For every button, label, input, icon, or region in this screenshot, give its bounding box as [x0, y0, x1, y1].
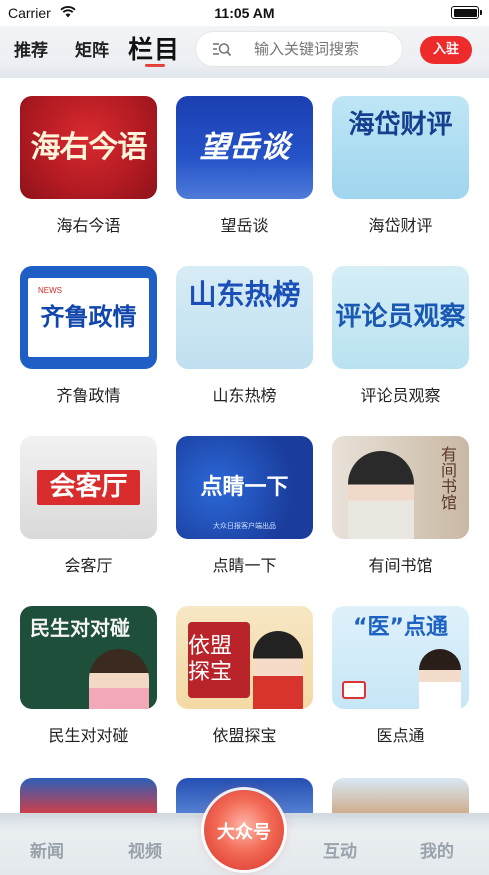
column-label: 齐鲁政情	[56, 386, 121, 405]
clock: 11:05 AM	[214, 5, 275, 21]
top-header: 推荐 矩阵 栏目 入驻	[0, 26, 489, 78]
search-icon	[213, 43, 232, 57]
column-label: 会客厅	[64, 556, 113, 575]
nav-news[interactable]: 新闻	[30, 837, 64, 862]
nav-mine[interactable]: 我的	[420, 837, 454, 862]
host-portrait	[348, 451, 414, 539]
column-label: 海岱财评	[368, 216, 433, 235]
column-label: 民生对对碰	[48, 726, 129, 745]
column-thumbnail[interactable]: 有间书馆	[332, 436, 469, 539]
column-thumbnail[interactable]: 海右今语	[20, 96, 157, 199]
thumbnail-title-wrap: 会客厅	[20, 436, 157, 539]
battery-icon	[451, 6, 482, 19]
column-thumbnail[interactable]: 山东热榜	[176, 266, 313, 369]
column-card[interactable]: 有间书馆 有间书馆	[332, 418, 472, 575]
column-thumbnail[interactable]: 点睛一下 大众日报客户端出品	[176, 436, 313, 539]
column-thumbnail[interactable]: 海岱财评	[332, 96, 469, 199]
tab-matrix[interactable]: 矩阵	[75, 36, 109, 61]
thumbnail-title: 有间书馆	[438, 446, 457, 510]
column-card[interactable]: 山东热榜 山东热榜	[176, 248, 316, 405]
column-label: 海右今语	[56, 216, 121, 235]
column-thumbnail[interactable]: “医”点通	[332, 606, 469, 709]
thumbnail-title: 依盟探宝	[188, 622, 250, 698]
column-thumbnail[interactable]: 评论员观察	[332, 266, 469, 369]
status-bar: Carrier 11:05 AM	[0, 0, 489, 26]
column-card[interactable]: 会客厅 会客厅	[20, 418, 160, 575]
column-label: 评论员观察	[360, 386, 441, 405]
tab-columns[interactable]: 栏目	[128, 30, 180, 66]
thumbnail-title: 山东热榜	[188, 278, 301, 311]
column-card[interactable]: 望岳谈 望岳谈	[176, 78, 316, 235]
search-input[interactable]	[254, 32, 394, 66]
column-thumbnail[interactable]: 会客厅	[20, 436, 157, 539]
column-label: 依盟探宝	[212, 726, 277, 745]
column-thumbnail[interactable]: 民生对对碰	[20, 606, 157, 709]
column-label: 点睛一下	[212, 556, 277, 575]
column-thumbnail-partial[interactable]	[20, 778, 157, 818]
column-card[interactable]: “医”点通 医点通	[332, 588, 472, 745]
column-card[interactable]: 依盟探宝 依盟探宝	[176, 588, 316, 745]
thumbnail-title: 海岱财评	[348, 110, 453, 140]
nav-dazhonghao-button[interactable]: 大众号	[204, 790, 284, 870]
host-portrait	[419, 649, 461, 709]
column-thumbnail[interactable]: 依盟探宝	[176, 606, 313, 709]
nav-dazhonghao-label: 大众号	[217, 822, 271, 843]
active-tab-indicator	[145, 64, 165, 67]
column-label: 医点通	[376, 726, 425, 745]
host-illustration	[253, 631, 303, 709]
thumbnail-title: 会客厅	[37, 469, 140, 506]
thumbnail-title: 齐鲁政情	[40, 302, 137, 331]
medical-kit-icon	[342, 681, 366, 699]
column-label: 山东热榜	[212, 386, 277, 405]
column-thumbnail[interactable]: NEWS 齐鲁政情	[20, 266, 157, 369]
nav-video[interactable]: 视频	[128, 837, 162, 862]
column-label: 望岳谈	[220, 216, 269, 235]
thumbnail-panel: NEWS 齐鲁政情	[28, 278, 149, 357]
column-card[interactable]: NEWS 齐鲁政情 齐鲁政情	[20, 248, 160, 405]
column-card[interactable]: 海右今语 海右今语	[20, 78, 160, 235]
column-card[interactable]: 评论员观察 评论员观察	[332, 248, 472, 405]
tab-recommend[interactable]: 推荐	[14, 36, 48, 61]
nav-interact[interactable]: 互动	[323, 837, 357, 862]
column-thumbnail-partial[interactable]	[332, 778, 469, 818]
join-button[interactable]: 入驻	[420, 36, 472, 64]
thumbnail-caption: 大众日报客户端出品	[213, 522, 276, 530]
column-card[interactable]: 民生对对碰 民生对对碰	[20, 588, 160, 745]
column-label: 有间书馆	[368, 556, 433, 575]
search-box[interactable]	[196, 32, 402, 66]
host-illustration	[89, 649, 149, 709]
column-card[interactable]: 海岱财评 海岱财评	[332, 78, 472, 235]
thumbnail-title: 海右今语	[30, 129, 148, 165]
thumbnail-title: 评论员观察	[335, 301, 466, 332]
thumbnail-title: 望岳谈	[199, 129, 290, 165]
column-card[interactable]: 点睛一下 大众日报客户端出品 点睛一下	[176, 418, 316, 575]
column-thumbnail[interactable]: 望岳谈	[176, 96, 313, 199]
